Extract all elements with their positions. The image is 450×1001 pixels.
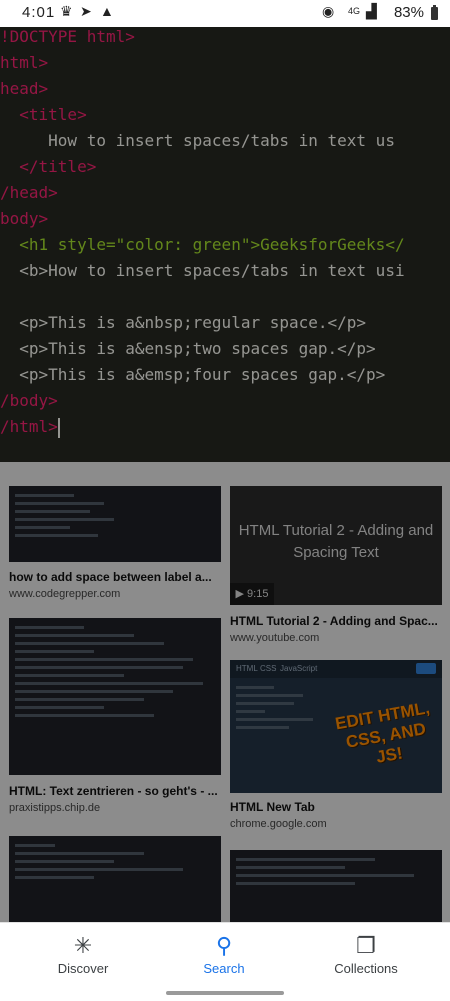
result-thumbnail[interactable] — [9, 486, 221, 562]
crown-icon: ♛ — [60, 3, 73, 19]
telegram-icon: ➤ — [80, 3, 92, 19]
battery-icon — [431, 5, 438, 20]
result-title[interactable]: HTML Tutorial 2 - Adding and Spac... — [230, 614, 442, 628]
result-card[interactable]: how to add space between label a... www.… — [9, 486, 221, 608]
code-line: <p>This is a&emsp;four spaces gap.</p> — [0, 365, 386, 384]
code-line: /head> — [0, 183, 58, 202]
result-card[interactable] — [230, 850, 442, 922]
image-preview[interactable]: !DOCTYPE html> html> head> <title> How t… — [0, 27, 450, 462]
search-icon: ⚲ — [215, 933, 233, 958]
nav-label: Search — [203, 961, 245, 976]
code-line: <p>This is a&ensp;two spaces gap.</p> — [0, 339, 376, 358]
code-line: html> — [0, 53, 49, 72]
warning-icon: ▲ — [100, 3, 114, 19]
result-title[interactable]: HTML: Text zentrieren - so geht's - ... — [9, 784, 221, 798]
editor-tabs: HTML CSS JavaScript — [230, 660, 442, 678]
nav-label: Discover — [57, 961, 109, 976]
edit-badge: EDIT HTML, CSS, AND JS! — [333, 698, 432, 767]
result-site: praxistipps.chip.de — [9, 802, 101, 814]
video-duration: ▶ 9:15 — [230, 583, 274, 605]
code-line: /body> — [0, 391, 58, 410]
result-site: www.youtube.com — [230, 632, 320, 644]
code-line: <p>This is a&nbsp;regular space.</p> — [0, 313, 367, 332]
result-thumbnail[interactable]: HTML Tutorial 2 - Adding and Spacing Tex… — [230, 486, 442, 605]
code-line: head> — [0, 79, 49, 98]
result-card[interactable] — [9, 836, 221, 922]
nav-search[interactable]: ⚲ Search — [149, 933, 299, 976]
code-line: <title> — [0, 105, 87, 124]
asterisk-icon: ✳ — [73, 933, 93, 958]
result-card[interactable]: HTML CSS JavaScript EDIT HTML, CSS, AND … — [230, 660, 442, 832]
result-thumbnail[interactable] — [230, 850, 442, 922]
home-indicator[interactable] — [166, 991, 284, 995]
result-thumbnail[interactable]: HTML CSS JavaScript EDIT HTML, CSS, AND … — [230, 660, 442, 793]
result-thumbnail[interactable] — [9, 836, 221, 922]
bookmarks-icon: ❐ — [356, 933, 376, 958]
result-thumbnail[interactable] — [9, 618, 221, 775]
nav-collections[interactable]: ❐ Collections — [291, 933, 441, 976]
status-bar: 4:01 ♛ ➤ ▲ ◉ 4G ▟ 83% — [0, 0, 450, 27]
result-card[interactable]: HTML: Text zentrieren - so geht's - ... … — [9, 618, 221, 814]
text-cursor — [57, 417, 60, 438]
result-card[interactable]: HTML Tutorial 2 - Adding and Spacing Tex… — [230, 486, 442, 646]
code-line: /html> — [0, 417, 60, 438]
related-images-grid: how to add space between label a... www.… — [0, 462, 450, 922]
code-line: !DOCTYPE html> — [0, 27, 135, 46]
code-line: <h1 style="color: green">GeeksforGeeks</ — [0, 235, 405, 254]
code-line: body> — [0, 209, 49, 228]
nav-discover[interactable]: ✳ Discover — [8, 933, 158, 976]
network-type: 4G — [348, 6, 361, 16]
result-site: www.codegrepper.com — [9, 588, 121, 600]
result-site: chrome.google.com — [230, 818, 327, 830]
code-line: <b>How to insert spaces/tabs in text usi — [0, 261, 405, 280]
code-line: </title> — [0, 157, 97, 176]
result-title[interactable]: HTML New Tab — [230, 800, 442, 814]
battery-percent: 83% — [393, 4, 424, 21]
result-title[interactable]: how to add space between label a... — [9, 570, 221, 584]
run-button — [416, 663, 436, 674]
status-time: 4:01 — [22, 4, 56, 21]
video-thumbnail-title: HTML Tutorial 2 - Adding and Spacing Tex… — [238, 522, 434, 561]
code-line: How to insert spaces/tabs in text us — [0, 131, 395, 150]
bottom-navigation: ✳ Discover ⚲ Search ❐ Collections — [0, 922, 450, 1001]
signal-icon: ▟ — [366, 3, 377, 19]
nav-label: Collections — [334, 961, 398, 976]
hotspot-icon: ◉ — [322, 3, 335, 19]
